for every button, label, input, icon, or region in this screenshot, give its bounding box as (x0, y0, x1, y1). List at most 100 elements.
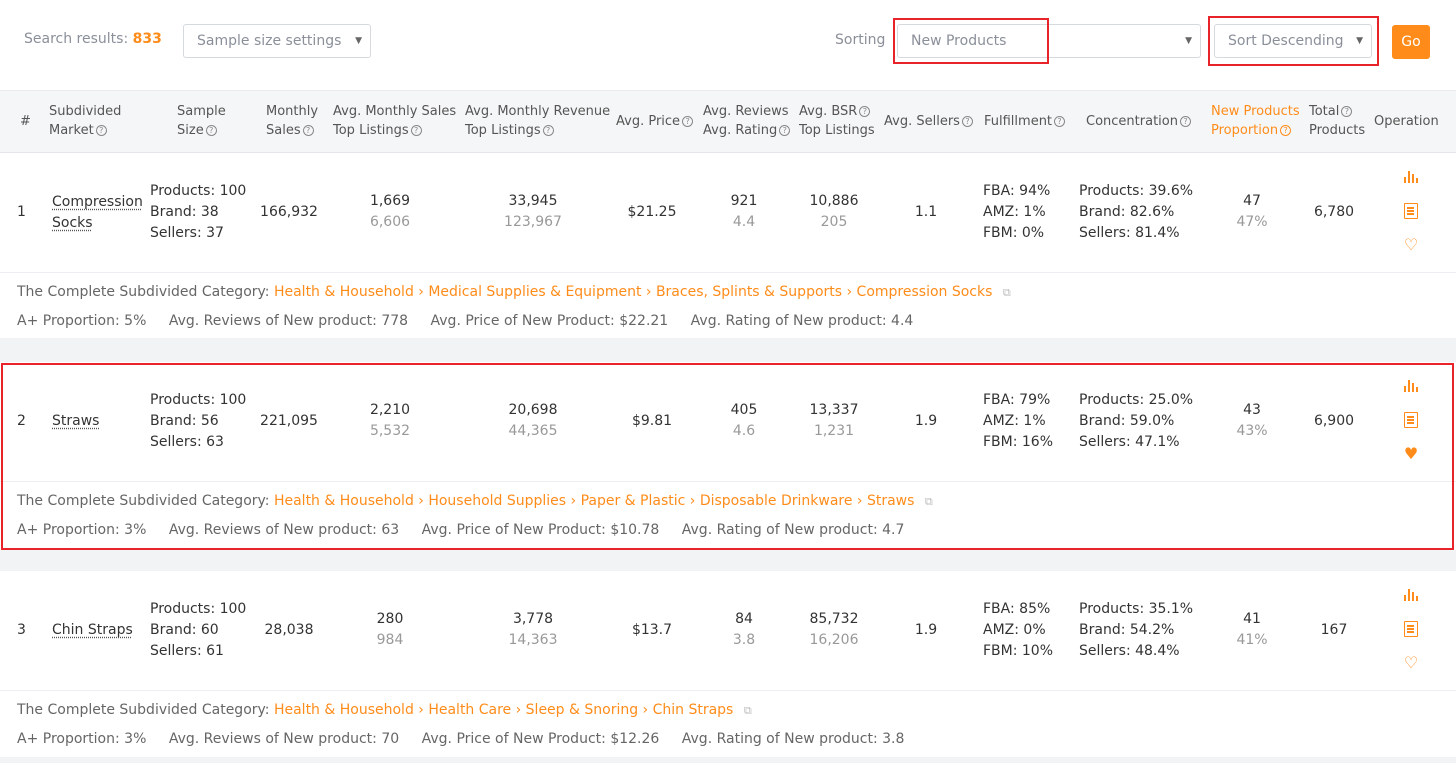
avg-bsr-cell: 10,886 205 (809, 193, 859, 230)
toolbar: Search results: 833 Sample size settings… (0, 0, 1456, 90)
heart-icon[interactable]: ♡ (1402, 654, 1420, 672)
concentration-cell: Products: 39.6% Brand: 82.6% Sellers: 81… (1079, 183, 1194, 241)
operation-cell: ♡ (1402, 587, 1422, 677)
avg-bsr-cell: 85,732 16,206 (809, 611, 859, 648)
avg-reviews-cell: 84 3.8 (732, 611, 756, 648)
col-avg-monthly-sales[interactable]: Avg. Monthly Sales Top Listings? (333, 102, 456, 140)
help-icon[interactable]: ? (1054, 116, 1066, 127)
help-icon[interactable]: ? (961, 116, 973, 127)
table-row: 1 Compression Socks Products: 100 Brand:… (0, 153, 1456, 338)
avg-reviews-cell: 405 4.6 (730, 402, 758, 439)
help-icon[interactable]: ? (1341, 106, 1353, 117)
go-button[interactable]: Go (1392, 25, 1430, 59)
market-link[interactable]: Compression Socks (52, 192, 143, 234)
avg-price-cell: $21.25 (627, 204, 677, 220)
avg-sellers-cell: 1.9 (914, 622, 938, 638)
operation-cell: ♥ (1402, 378, 1422, 468)
search-results-label: Search results: 833 (24, 31, 162, 47)
document-icon[interactable] (1402, 621, 1420, 639)
col-monthly-sales[interactable]: Monthly Sales? (266, 102, 318, 140)
row-summary: 3 Chin Straps Products: 100 Brand: 60 Se… (0, 571, 1456, 691)
col-num: # (20, 114, 31, 129)
avg-sellers-cell: 1.9 (914, 413, 938, 429)
heart-icon[interactable]: ♡ (1402, 236, 1420, 254)
help-icon[interactable]: ? (542, 125, 554, 136)
col-concentration[interactable]: Concentration? (1086, 112, 1191, 131)
help-icon[interactable]: ? (859, 106, 871, 117)
heart-filled-icon[interactable]: ♥ (1402, 445, 1420, 463)
fulfillment-cell: FBA: 94% AMZ: 1% FBM: 0% (983, 183, 1051, 241)
col-avg-monthly-revenue[interactable]: Avg. Monthly Revenue Top Listings? (465, 102, 610, 140)
row-summary: 2 Straws Products: 100 Brand: 56 Sellers… (0, 362, 1456, 482)
new-products-cell: 41 41% (1236, 611, 1268, 648)
category-path-line: The Complete Subdivided Category: Health… (17, 493, 933, 509)
sorting-label: Sorting (835, 32, 886, 48)
col-market[interactable]: Subdivided Market? (49, 102, 121, 140)
bar-chart-icon[interactable] (1402, 587, 1420, 605)
avg-sales-cell: 1,669 6,606 (369, 193, 411, 230)
sample-size-cell: Products: 100 Brand: 38 Sellers: 37 (150, 183, 247, 241)
external-link-icon[interactable]: ⧉ (1003, 286, 1011, 300)
row-number: 1 (17, 204, 26, 220)
help-icon[interactable]: ? (302, 125, 314, 136)
category-breadcrumb-link[interactable]: Health & Household › Health Care › Sleep… (274, 702, 733, 718)
bar-chart-icon[interactable] (1402, 169, 1420, 187)
help-icon[interactable]: ? (779, 125, 791, 136)
col-operation: Operation (1374, 114, 1439, 129)
new-product-stats-line: A+ Proportion: 3% Avg. Reviews of New pr… (17, 522, 905, 538)
new-products-cell: 43 43% (1236, 402, 1268, 439)
highlight-sort-order (1208, 16, 1379, 66)
help-icon[interactable]: ? (205, 125, 217, 136)
col-sample-size[interactable]: Sample Size? (177, 102, 226, 140)
table-row: 2 Straws Products: 100 Brand: 56 Sellers… (0, 362, 1456, 550)
col-avg-sellers[interactable]: Avg. Sellers? (884, 112, 973, 131)
avg-bsr-cell: 13,337 1,231 (809, 402, 859, 439)
chevron-down-icon: ▼ (1185, 36, 1192, 46)
market-link[interactable]: Straws (52, 411, 99, 432)
category-breadcrumb-link[interactable]: Health & Household › Household Supplies … (274, 493, 914, 509)
row-number: 2 (17, 413, 26, 429)
col-new-products-proportion[interactable]: New Products Proportion? (1211, 102, 1300, 140)
col-total-products[interactable]: Total? Products (1309, 102, 1365, 140)
new-products-cell: 47 47% (1236, 193, 1268, 230)
help-icon[interactable]: ? (682, 116, 694, 127)
search-results-count: 833 (132, 31, 162, 47)
avg-revenue-cell: 33,945 123,967 (504, 193, 562, 230)
highlight-sort-field (893, 18, 1049, 64)
avg-revenue-cell: 20,698 44,365 (508, 402, 558, 439)
monthly-sales-cell: 28,038 (264, 622, 314, 638)
row-summary: 1 Compression Socks Products: 100 Brand:… (0, 153, 1456, 273)
fulfillment-cell: FBA: 85% AMZ: 0% FBM: 10% (983, 601, 1054, 659)
fulfillment-cell: FBA: 79% AMZ: 1% FBM: 16% (983, 392, 1054, 450)
col-avg-bsr[interactable]: Avg. BSR? Top Listings (799, 102, 875, 140)
monthly-sales-cell: 166,932 (260, 204, 318, 220)
avg-price-cell: $13.7 (631, 622, 673, 638)
sample-size-cell: Products: 100 Brand: 56 Sellers: 63 (150, 392, 247, 450)
avg-sales-cell: 280 984 (376, 611, 404, 648)
col-avg-price[interactable]: Avg. Price? (616, 112, 694, 131)
help-icon[interactable]: ? (410, 125, 422, 136)
external-link-icon[interactable]: ⧉ (744, 704, 752, 718)
col-avg-reviews[interactable]: Avg. Reviews Avg. Rating? (703, 102, 791, 140)
total-products-cell: 6,780 (1313, 204, 1355, 220)
avg-price-cell: $9.81 (631, 413, 673, 429)
external-link-icon[interactable]: ⧉ (925, 495, 933, 509)
col-fulfillment[interactable]: Fulfillment? (984, 112, 1066, 131)
operation-cell: ♡ (1402, 169, 1422, 259)
category-breadcrumb-link[interactable]: Health & Household › Medical Supplies & … (274, 284, 992, 300)
help-icon[interactable]: ? (95, 125, 107, 136)
help-icon[interactable]: ? (1179, 116, 1191, 127)
help-icon[interactable]: ? (1280, 125, 1292, 136)
new-product-stats-line: A+ Proportion: 5% Avg. Reviews of New pr… (17, 313, 914, 329)
document-icon[interactable] (1402, 203, 1420, 221)
market-link[interactable]: Chin Straps (52, 620, 133, 641)
category-path-line: The Complete Subdivided Category: Health… (17, 284, 1011, 300)
document-icon[interactable] (1402, 412, 1420, 430)
chevron-down-icon: ▼ (355, 36, 362, 46)
bar-chart-icon[interactable] (1402, 378, 1420, 396)
sample-size-select[interactable]: Sample size settings ▼ (183, 24, 371, 58)
row-number: 3 (17, 622, 26, 638)
avg-sales-cell: 2,210 5,532 (369, 402, 411, 439)
new-product-stats-line: A+ Proportion: 3% Avg. Reviews of New pr… (17, 731, 905, 747)
table-header: # Subdivided Market? Sample Size? Monthl… (0, 90, 1456, 153)
